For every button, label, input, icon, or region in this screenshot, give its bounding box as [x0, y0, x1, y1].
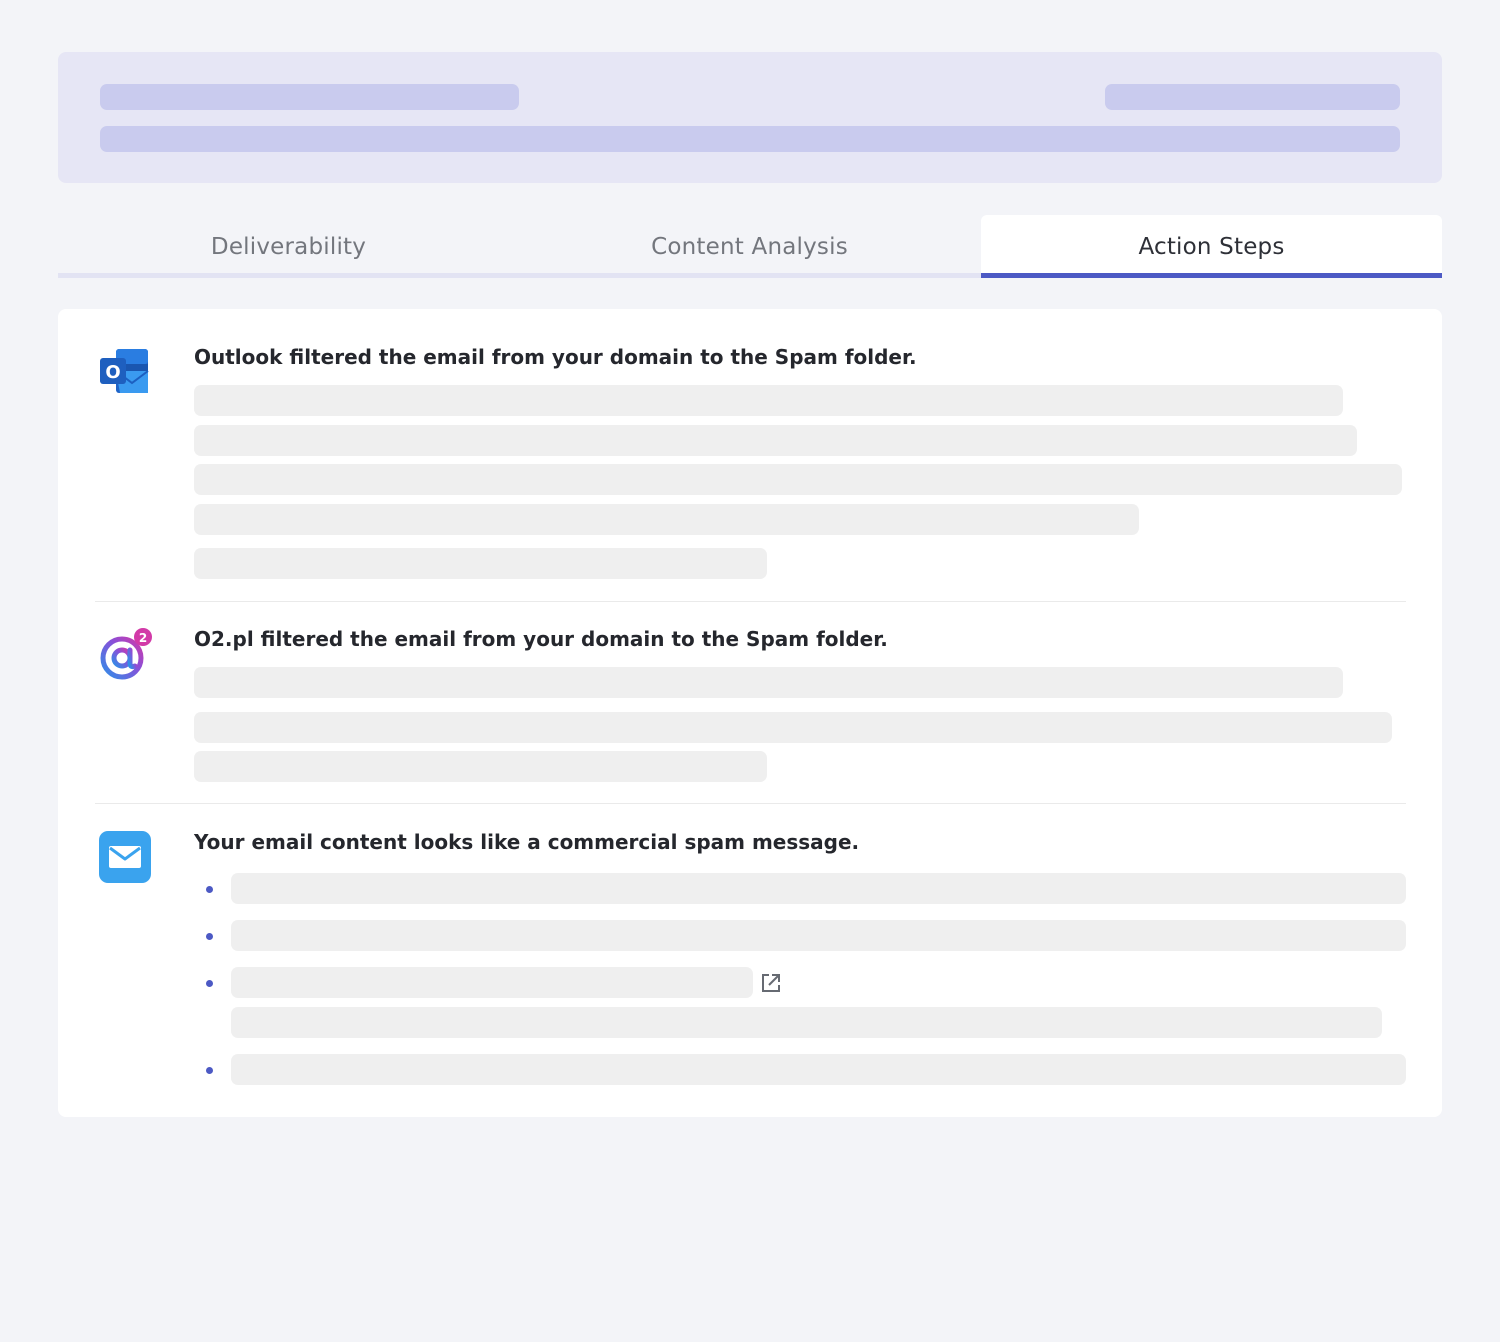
section-divider: [95, 601, 1406, 602]
skeleton-list-item[interactable]: [231, 967, 753, 998]
header-skeleton-bar: [100, 126, 1400, 152]
tab-deliverability[interactable]: Deliverability: [58, 215, 519, 278]
section-title-o2: O2.pl filtered the email from your domai…: [194, 627, 888, 651]
svg-text:O: O: [105, 362, 120, 383]
skeleton-line: [194, 548, 767, 579]
svg-text:2: 2: [139, 631, 147, 645]
list-bullet: [206, 980, 213, 987]
list-bullet: [206, 933, 213, 940]
skeleton-line: [194, 385, 1343, 416]
section-title-content: Your email content looks like a commerci…: [194, 830, 860, 854]
skeleton-line: [194, 464, 1402, 495]
skeleton-line: [231, 1007, 1382, 1038]
list-bullet: [206, 1067, 213, 1074]
skeleton-list-item: [231, 1054, 1406, 1085]
skeleton-line: [194, 504, 1139, 535]
tab-bar: Deliverability Content Analysis Action S…: [58, 215, 1442, 278]
skeleton-list-item: [231, 920, 1406, 951]
tab-content-analysis[interactable]: Content Analysis: [519, 215, 980, 278]
list-bullet: [206, 886, 213, 893]
skeleton-line: [194, 712, 1392, 743]
tab-action-steps[interactable]: Action Steps: [981, 215, 1442, 278]
header-placeholder-card: [58, 52, 1442, 183]
section-title-outlook: Outlook filtered the email from your dom…: [194, 345, 917, 369]
external-link-icon[interactable]: [759, 971, 783, 995]
tab-label: Action Steps: [1138, 233, 1285, 260]
section-divider: [95, 803, 1406, 804]
header-skeleton-title: [100, 84, 519, 110]
action-steps-panel: O Outlook filtered the email from your d…: [58, 309, 1442, 1117]
skeleton-line: [194, 425, 1357, 456]
o2-icon: 2: [98, 627, 154, 683]
tab-label: Content Analysis: [651, 233, 848, 260]
header-skeleton-meta: [1105, 84, 1400, 110]
mail-icon: [98, 830, 152, 884]
skeleton-list-item: [231, 873, 1406, 904]
skeleton-line: [194, 751, 767, 782]
tab-label: Deliverability: [210, 233, 367, 260]
skeleton-line: [194, 667, 1343, 698]
outlook-icon: O: [98, 347, 152, 399]
